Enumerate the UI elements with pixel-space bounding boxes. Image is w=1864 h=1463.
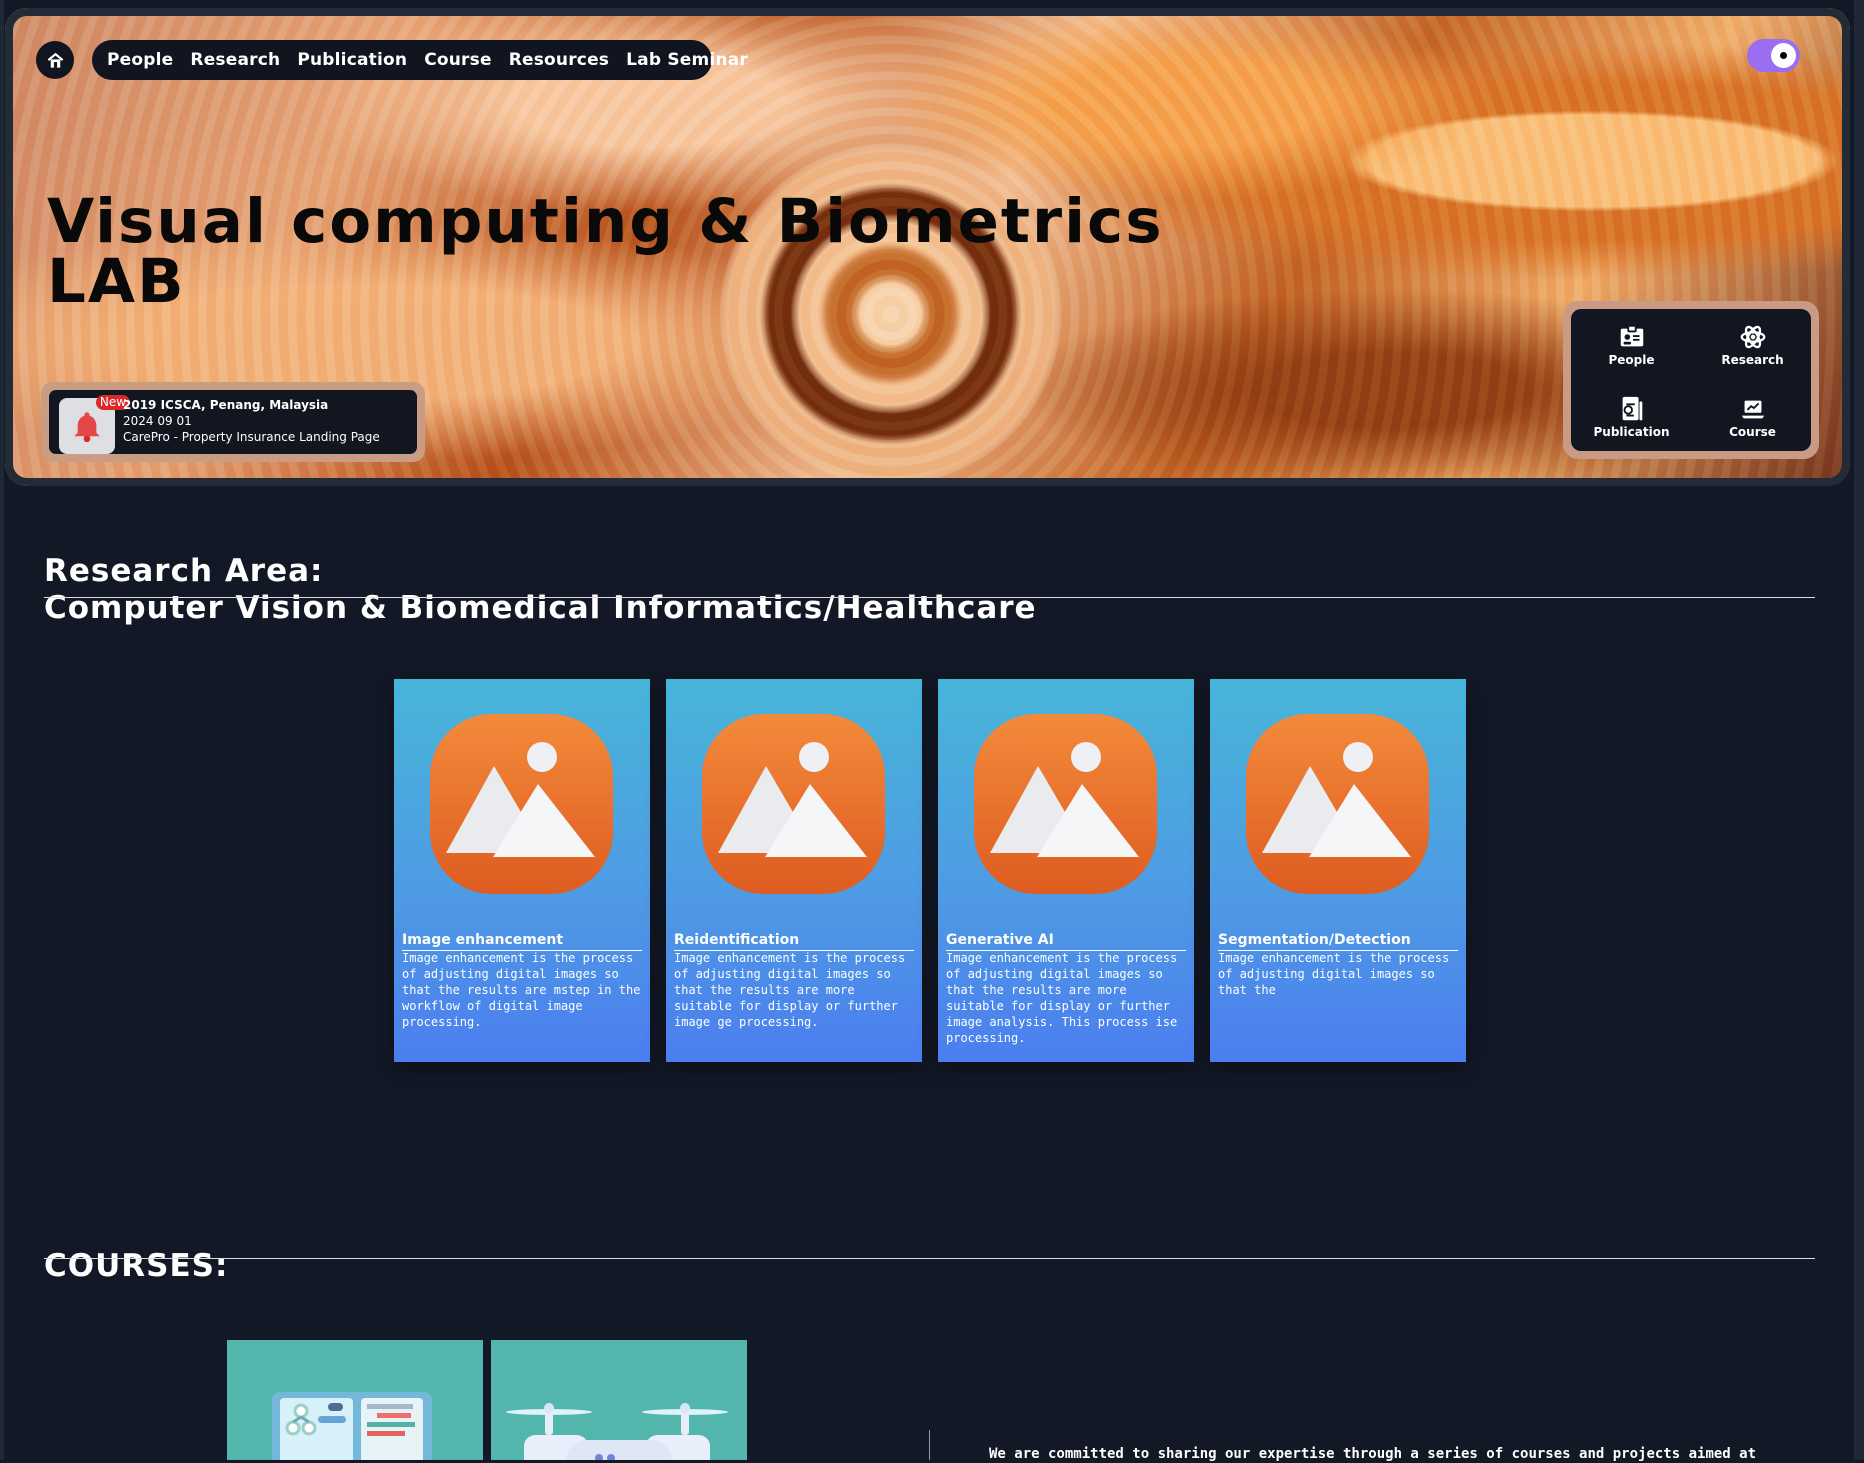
research-heading-rule xyxy=(44,597,1815,598)
lab-title-line-2: LAB xyxy=(47,245,186,317)
research-card-segmentation-detection[interactable]: Segmentation/Detection Image enhancement… xyxy=(1210,679,1466,1062)
research-card-image-enhancement[interactable]: Image enhancement Image enhancement is t… xyxy=(394,679,650,1062)
quick-link-research[interactable]: Research xyxy=(1700,322,1805,378)
image-placeholder-icon xyxy=(702,714,885,894)
atom-icon xyxy=(1740,325,1765,349)
home-button[interactable] xyxy=(36,41,74,79)
announcement-event: 2019 ICSCA, Penang, Malaysia xyxy=(123,398,329,412)
quick-link-course[interactable]: Course xyxy=(1700,394,1805,450)
document-icon xyxy=(1622,396,1642,421)
lab-title-line-1: Visual computing & Biometrics xyxy=(47,185,1164,257)
hero-banner: People Research Publication Course Resou… xyxy=(5,8,1850,486)
research-heading-line-1: Research Area: xyxy=(44,552,324,589)
image-placeholder-icon xyxy=(1246,714,1429,894)
nav-resources[interactable]: Resources xyxy=(509,50,609,70)
card-description: Image enhancement is the process of adju… xyxy=(946,951,1178,1045)
announcement-text: 2019 ICSCA, Penang, Malaysia 2024 09 01 … xyxy=(123,397,380,445)
theme-toggle[interactable] xyxy=(1747,39,1800,72)
home-icon xyxy=(47,52,63,68)
quick-link-publication-label: Publication xyxy=(1593,425,1670,439)
toggle-knob-center xyxy=(1780,52,1787,59)
id-card-icon xyxy=(1620,324,1643,347)
main-navigation: People Research Publication Course Resou… xyxy=(92,40,748,80)
quick-link-people-label: People xyxy=(1608,353,1655,367)
nav-publication[interactable]: Publication xyxy=(297,50,407,70)
research-card-reidentification[interactable]: Reidentification Image enhancement is th… xyxy=(666,679,922,1062)
announcement-card[interactable]: New 2019 ICSCA, Penang, Malaysia 2024 09… xyxy=(41,382,425,462)
nav-lab-seminar[interactable]: Lab Seminar xyxy=(626,50,748,70)
quick-links-panel: People Research Publication Course xyxy=(1563,301,1819,459)
drone-illustration-icon xyxy=(506,1403,728,1460)
laptop-chart-icon xyxy=(1741,400,1764,419)
announcement-title: CarePro - Property Insurance Landing Pag… xyxy=(123,430,380,444)
announcement-date: 2024 09 01 xyxy=(123,414,192,428)
research-card-generative-ai[interactable]: Generative AI Image enhancement is the p… xyxy=(938,679,1194,1062)
courses-heading: COURSES: xyxy=(44,1247,229,1284)
card-title: Segmentation/Detection xyxy=(1218,932,1458,951)
quick-link-research-label: Research xyxy=(1721,353,1784,367)
courses-heading-rule xyxy=(44,1258,1815,1259)
quick-link-publication[interactable]: Publication xyxy=(1579,394,1684,450)
image-placeholder-icon xyxy=(974,714,1157,894)
course-card-data-visualization[interactable] xyxy=(227,1340,483,1460)
quick-link-course-label: Course xyxy=(1729,425,1776,439)
card-title: Generative AI xyxy=(946,932,1186,951)
research-heading-line-2: Computer Vision & Biomedical Informatics… xyxy=(44,589,1037,626)
courses-intro-text: We are committed to sharing our expertis… xyxy=(989,1446,1757,1462)
dashboard-illustration-icon xyxy=(272,1392,432,1460)
card-description: Image enhancement is the process of adju… xyxy=(1218,951,1450,997)
quick-links-grid: People Research Publication Course xyxy=(1571,309,1811,451)
announcement-icon-tile: New xyxy=(59,395,130,454)
quick-link-people[interactable]: People xyxy=(1579,322,1684,378)
announcement-content: New 2019 ICSCA, Penang, Malaysia 2024 09… xyxy=(49,390,417,454)
courses-divider xyxy=(929,1430,930,1460)
course-card-drone-project[interactable] xyxy=(491,1340,747,1460)
card-description: Image enhancement is the process of adju… xyxy=(402,951,641,1029)
lab-title: Visual computing & Biometrics LAB xyxy=(47,191,1187,312)
card-description: Image enhancement is the process of adju… xyxy=(674,951,906,1029)
nav-research[interactable]: Research xyxy=(190,50,280,70)
nav-people[interactable]: People xyxy=(107,50,173,70)
nav-course[interactable]: Course xyxy=(424,50,492,70)
research-heading: Research Area: Computer Vision & Biomedi… xyxy=(44,553,1037,627)
card-title: Image enhancement xyxy=(402,932,642,951)
bell-icon xyxy=(74,412,100,443)
card-title: Reidentification xyxy=(674,932,914,951)
image-placeholder-icon xyxy=(430,714,613,894)
